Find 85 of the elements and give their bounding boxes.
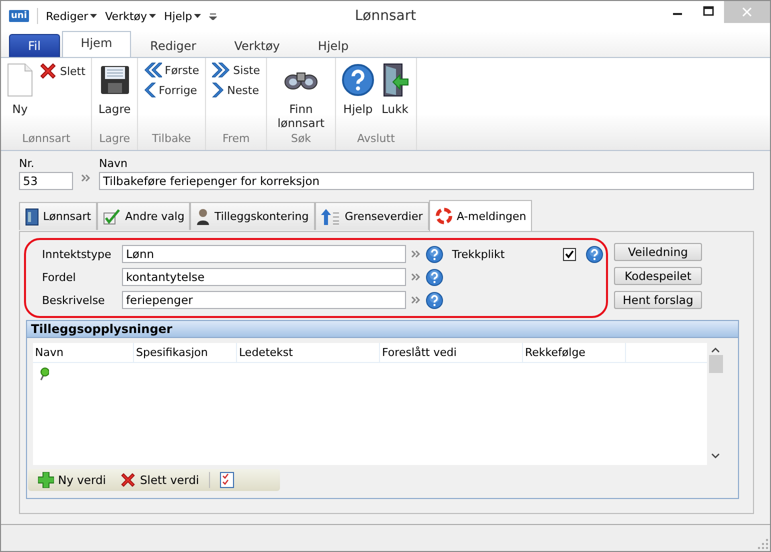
column-header[interactable]: Foreslått vedi xyxy=(380,343,523,362)
help-icon[interactable] xyxy=(426,268,443,286)
caret-icon xyxy=(194,14,202,18)
field-label: Beskrivelse xyxy=(42,294,106,306)
window-title: Lønnsart xyxy=(354,8,416,24)
ribbon-button[interactable]: Finn lønnsart xyxy=(273,62,330,132)
text-field[interactable]: feriepenger xyxy=(122,291,406,309)
tab[interactable]: A-meldingen xyxy=(428,200,532,231)
push-button[interactable]: Kodespeilet xyxy=(614,267,702,285)
customize-icon[interactable] xyxy=(209,12,218,20)
tab[interactable]: Grenseverdier xyxy=(314,202,429,230)
menu-item[interactable]: Verktøy xyxy=(105,10,156,22)
app-logo[interactable]: uni xyxy=(9,10,29,22)
scroll-down-icon[interactable] xyxy=(711,453,720,459)
column-header[interactable]: Rekkefølge xyxy=(523,343,626,362)
chevron-right-icon xyxy=(212,82,224,98)
double-chevron-icon[interactable] xyxy=(411,296,421,304)
ribbon-button[interactable]: Forrige xyxy=(144,82,200,98)
ribbon-tab[interactable]: Hjem xyxy=(62,31,132,58)
ribbon-button[interactable]: Lukk xyxy=(380,62,410,132)
help-icon[interactable] xyxy=(426,246,443,262)
ribbon-button[interactable]: Ny xyxy=(7,62,33,132)
group-label: Frem xyxy=(221,132,251,147)
double-chevron-left-icon xyxy=(144,62,162,78)
help-icon xyxy=(342,64,374,96)
ribbon-tab[interactable]: Rediger xyxy=(131,34,216,57)
checkmark-icon xyxy=(103,208,122,224)
ribbon-button[interactable]: Siste xyxy=(212,62,260,78)
delete-icon xyxy=(120,472,136,488)
lifebuoy-icon xyxy=(434,207,453,225)
checkbox[interactable] xyxy=(562,248,576,260)
binder-icon xyxy=(25,208,39,226)
caret-icon xyxy=(90,14,98,18)
toolbar-button[interactable]: Slett verdi xyxy=(116,472,204,488)
person-icon xyxy=(196,208,210,226)
delete-icon xyxy=(39,62,57,80)
tab[interactable]: Tilleggskontering xyxy=(190,202,315,230)
ribbon-button[interactable]: Neste xyxy=(212,82,260,98)
ribbon-tab[interactable]: Verktøy xyxy=(215,34,299,57)
text-field[interactable]: Lønn xyxy=(122,245,406,263)
ribbon-button[interactable]: Første xyxy=(144,62,200,78)
menu-item[interactable]: Hjelp xyxy=(164,10,202,22)
name-field[interactable]: Tilbakeføre feriepenger for korreksjon xyxy=(99,172,754,190)
push-button[interactable]: Hent forslag xyxy=(614,291,702,309)
help-icon[interactable] xyxy=(426,292,443,308)
scroll-up-icon[interactable] xyxy=(711,347,720,353)
ribbon-button[interactable]: Hjelp xyxy=(342,62,374,132)
field-label: Trekkplikt xyxy=(452,248,505,260)
number-field[interactable]: 53 xyxy=(19,172,73,190)
group-label: Søk xyxy=(290,132,312,147)
chevron-left-icon xyxy=(144,82,156,98)
field-label: Inntektstype xyxy=(42,248,112,260)
up-arrow-icon xyxy=(320,208,341,226)
panel-title: Tilleggsopplysninger xyxy=(27,321,738,338)
ribbon-button[interactable]: Slett xyxy=(39,62,86,80)
caret-icon xyxy=(149,14,156,18)
scroll-thumb[interactable] xyxy=(708,355,722,373)
column-header[interactable]: Navn xyxy=(33,343,134,362)
double-chevron-right-icon xyxy=(212,62,230,78)
group-label: Tilbake xyxy=(150,132,192,147)
menu-item[interactable]: Rediger xyxy=(46,10,98,22)
field-label: Nr. xyxy=(19,157,36,170)
plus-icon xyxy=(38,472,54,488)
help-icon[interactable] xyxy=(586,246,603,262)
double-chevron-icon[interactable] xyxy=(411,272,421,280)
column-header[interactable]: Ledetekst xyxy=(237,343,380,362)
text-field[interactable]: kontantytelse xyxy=(122,268,406,286)
push-button[interactable]: Veiledning xyxy=(614,243,702,261)
ribbon-tab[interactable]: Hjelp xyxy=(298,34,368,57)
toolbar-button[interactable]: Ny verdi xyxy=(34,472,110,488)
double-chevron-icon[interactable] xyxy=(81,174,91,182)
group-label: Lagre xyxy=(98,132,131,147)
field-label: Navn xyxy=(99,157,128,170)
checklist-icon xyxy=(220,472,234,488)
pin-icon xyxy=(39,367,49,381)
double-chevron-icon[interactable] xyxy=(411,250,421,258)
group-label: Lønnsart xyxy=(21,132,72,147)
tab[interactable]: Lønnsart xyxy=(19,202,98,230)
tab[interactable]: Andre valg xyxy=(97,202,190,230)
page-icon xyxy=(7,63,33,97)
ribbon-tab[interactable]: Fil xyxy=(9,34,60,57)
column-header[interactable]: Spesifikasjon xyxy=(134,343,237,362)
group-label: Avslutt xyxy=(356,132,396,147)
field-label: Fordel xyxy=(42,270,77,284)
ribbon-button[interactable]: Lagre xyxy=(98,62,131,132)
